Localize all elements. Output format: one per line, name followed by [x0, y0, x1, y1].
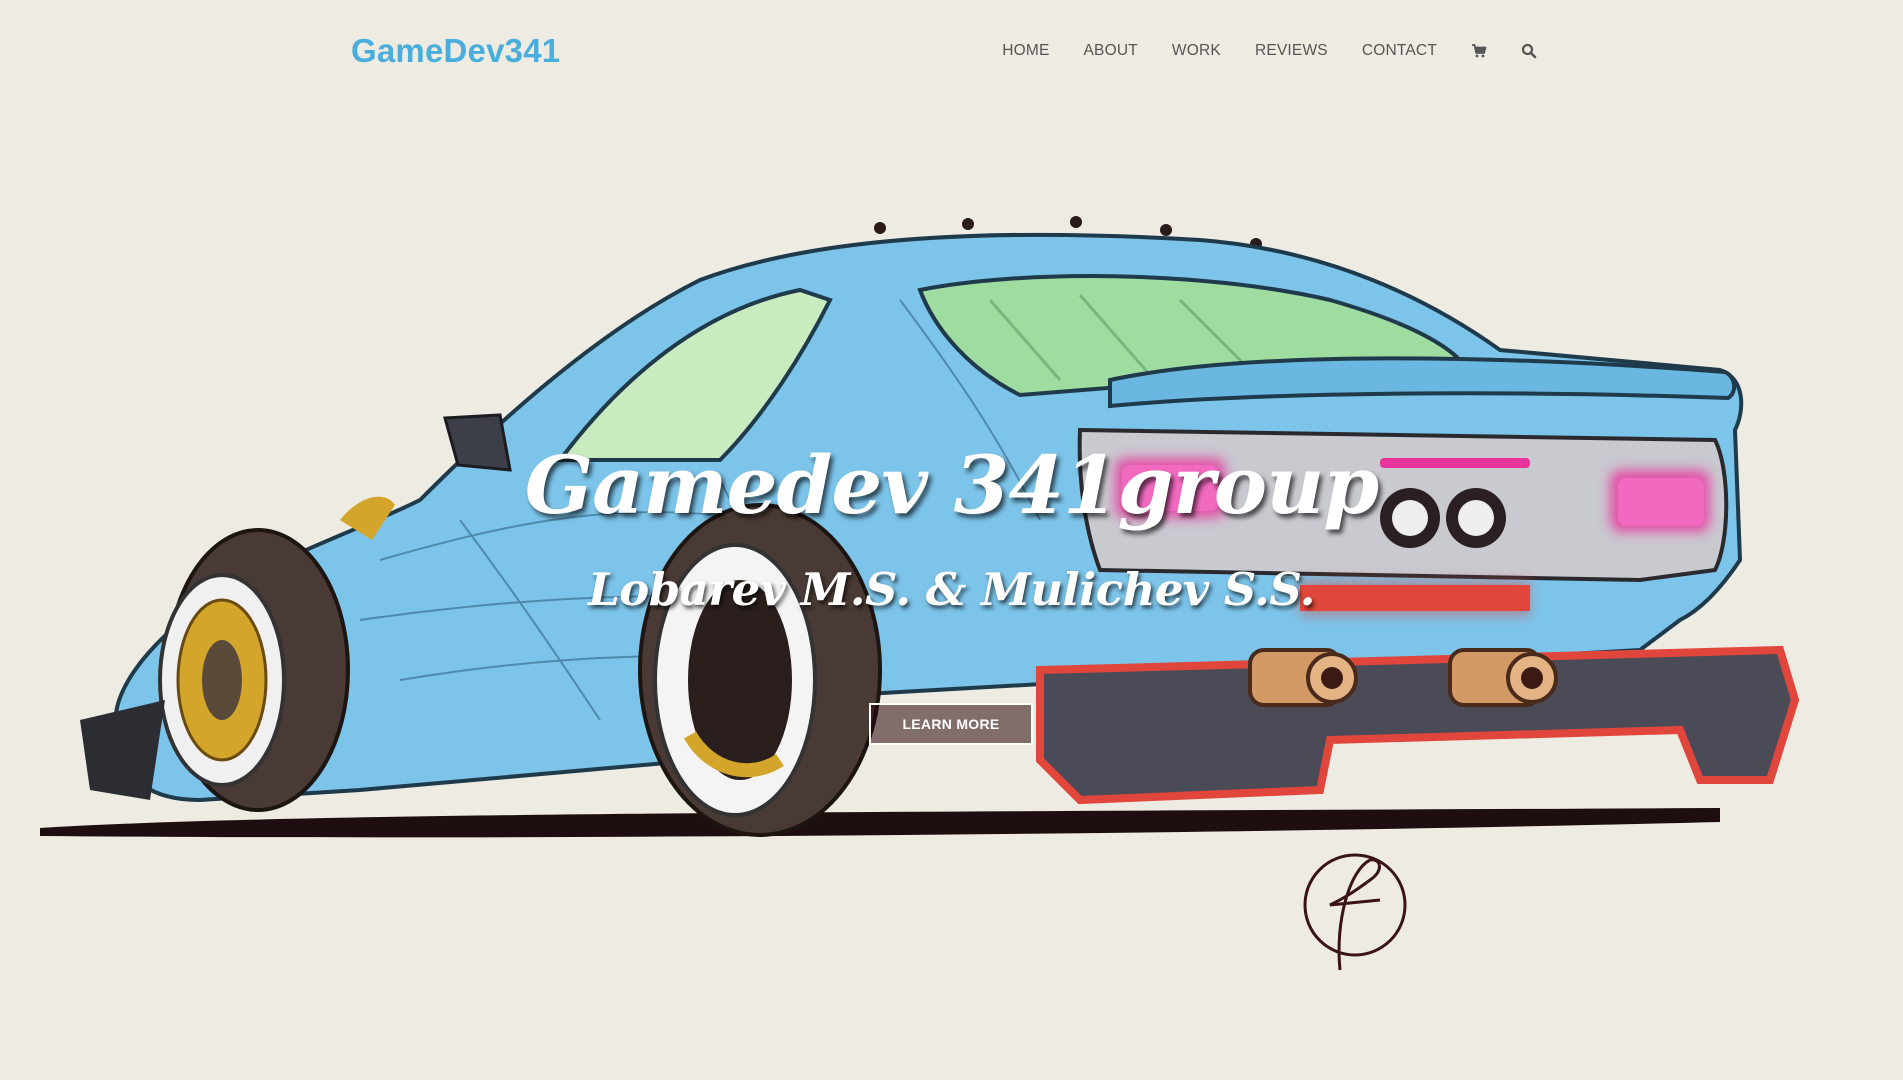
hero-car-illustration	[40, 216, 1800, 971]
nav-link-reviews[interactable]: REVIEWS	[1255, 42, 1328, 60]
front-splitter	[80, 700, 165, 800]
side-mirror	[443, 413, 512, 472]
learn-more-button[interactable]: LEARN MORE	[869, 703, 1033, 745]
nav-menu: HOME ABOUT WORK REVIEWS CONTACT	[1002, 42, 1537, 60]
nav-link-about[interactable]: ABOUT	[1084, 42, 1138, 60]
nav-link-contact[interactable]: CONTACT	[1362, 42, 1437, 60]
top-navbar: GameDev341 HOME ABOUT WORK REVIEWS CONTA…	[0, 0, 1903, 107]
nav-link-work[interactable]: WORK	[1172, 42, 1221, 60]
page: GameDev341 HOME ABOUT WORK REVIEWS CONTA…	[0, 0, 1903, 1080]
nav-search-button[interactable]	[1521, 42, 1537, 60]
search-icon	[1521, 43, 1537, 59]
car-shadow	[40, 808, 1720, 838]
cart-icon	[1471, 43, 1487, 59]
rear-diffuser	[1036, 645, 1800, 805]
front-wheel	[158, 528, 350, 812]
nav-cart-button[interactable]	[1471, 42, 1487, 60]
rear-wheel	[638, 503, 882, 837]
nav-link-home[interactable]: HOME	[1002, 42, 1049, 60]
brand-logo-link[interactable]: GameDev341	[351, 32, 560, 70]
artist-signature	[1303, 853, 1407, 971]
